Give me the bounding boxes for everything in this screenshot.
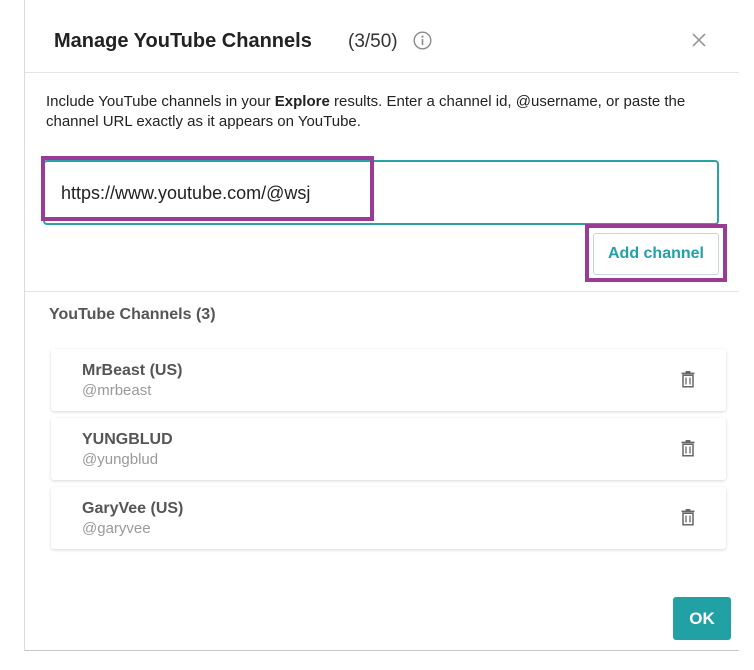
dialog-title: Manage YouTube Channels — [54, 30, 312, 52]
channel-name: MrBeast (US) — [82, 362, 183, 379]
channel-handle: @garyvee — [82, 520, 151, 537]
trash-icon[interactable] — [681, 440, 695, 457]
description-text: Include YouTube channels in your — [46, 93, 275, 110]
info-icon[interactable] — [413, 31, 432, 50]
channel-card: MrBeast (US) @mrbeast — [51, 349, 726, 411]
channels-section-title: YouTube Channels (3) — [49, 306, 216, 323]
close-icon[interactable] — [691, 32, 707, 48]
ok-button[interactable]: OK — [673, 597, 731, 640]
channel-handle: @yungblud — [82, 451, 159, 468]
dialog-description: Include YouTube channels in your Explore… — [46, 92, 706, 132]
channel-name: GaryVee (US) — [82, 500, 184, 517]
channel-count: (3/50) — [348, 31, 398, 52]
trash-icon[interactable] — [681, 371, 695, 388]
channel-name: YUNGBLUD — [82, 431, 173, 448]
dialog-header: Manage YouTube Channels (3/50) — [25, 0, 739, 73]
section-divider — [25, 291, 739, 292]
trash-icon[interactable] — [681, 509, 695, 526]
channel-handle: @mrbeast — [82, 382, 152, 399]
manage-channels-dialog: Manage YouTube Channels (3/50) Include Y… — [24, 0, 739, 651]
channel-card: YUNGBLUD @yungblud — [51, 418, 726, 480]
channel-url-input[interactable] — [61, 181, 701, 205]
add-channel-button[interactable]: Add channel — [593, 233, 719, 275]
channel-input-container — [43, 160, 719, 225]
channel-card: GaryVee (US) @garyvee — [51, 487, 726, 549]
description-explore: Explore — [274, 93, 330, 110]
